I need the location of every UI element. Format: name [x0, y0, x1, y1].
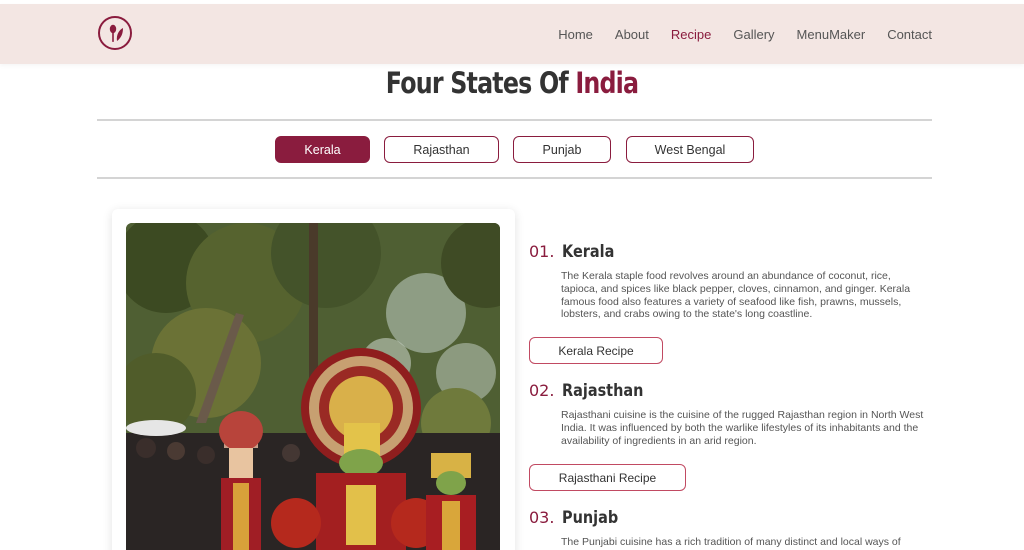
divider-top	[97, 119, 932, 121]
nav-gallery[interactable]: Gallery	[733, 27, 774, 42]
state-description: The Punjabi cuisine has a rich tradition…	[561, 536, 901, 548]
spoon-leaf-icon	[109, 24, 123, 42]
state-name: Rajasthan	[562, 381, 644, 401]
state-description: Rajasthani cuisine is the cuisine of the…	[561, 409, 924, 447]
kerala-recipe-button[interactable]: Kerala Recipe	[529, 337, 663, 364]
state-kerala: 01. Kerala The Kerala staple food revolv…	[529, 242, 929, 321]
main-nav: Home About Recipe Gallery MenuMaker Cont…	[558, 4, 932, 64]
state-description: The Kerala staple food revolves around a…	[561, 270, 911, 321]
state-number: 01.	[529, 242, 555, 261]
kerala-photo	[126, 223, 500, 550]
state-name: Kerala	[562, 242, 615, 262]
kathakali-performers-image	[126, 223, 500, 550]
state-number: 03.	[529, 508, 555, 527]
nav-recipe[interactable]: Recipe	[671, 27, 711, 42]
title-main: Four States Of	[385, 66, 569, 100]
state-rajasthan: 02. Rajasthan Rajasthani cuisine is the …	[529, 381, 929, 447]
tab-west-bengal[interactable]: West Bengal	[626, 136, 754, 163]
top-navbar: Home About Recipe Gallery MenuMaker Cont…	[0, 4, 1024, 64]
rajasthani-recipe-button[interactable]: Rajasthani Recipe	[529, 464, 686, 491]
state-tabs: Kerala Rajasthan Punjab West Bengal	[0, 136, 1024, 163]
nav-home[interactable]: Home	[558, 27, 593, 42]
nav-menumaker[interactable]: MenuMaker	[797, 27, 866, 42]
title-accent: India	[575, 66, 639, 100]
nav-contact[interactable]: Contact	[887, 27, 932, 42]
state-punjab: 03. Punjab The Punjabi cuisine has a ric…	[529, 508, 929, 549]
nav-about[interactable]: About	[615, 27, 649, 42]
state-name: Punjab	[562, 508, 619, 528]
tab-punjab[interactable]: Punjab	[513, 136, 611, 163]
tab-rajasthan[interactable]: Rajasthan	[384, 136, 499, 163]
page-title: Four States Of India	[92, 66, 932, 100]
state-number: 02.	[529, 381, 555, 400]
logo[interactable]	[98, 16, 132, 50]
divider-bottom	[97, 177, 932, 179]
tab-kerala[interactable]: Kerala	[275, 136, 370, 163]
